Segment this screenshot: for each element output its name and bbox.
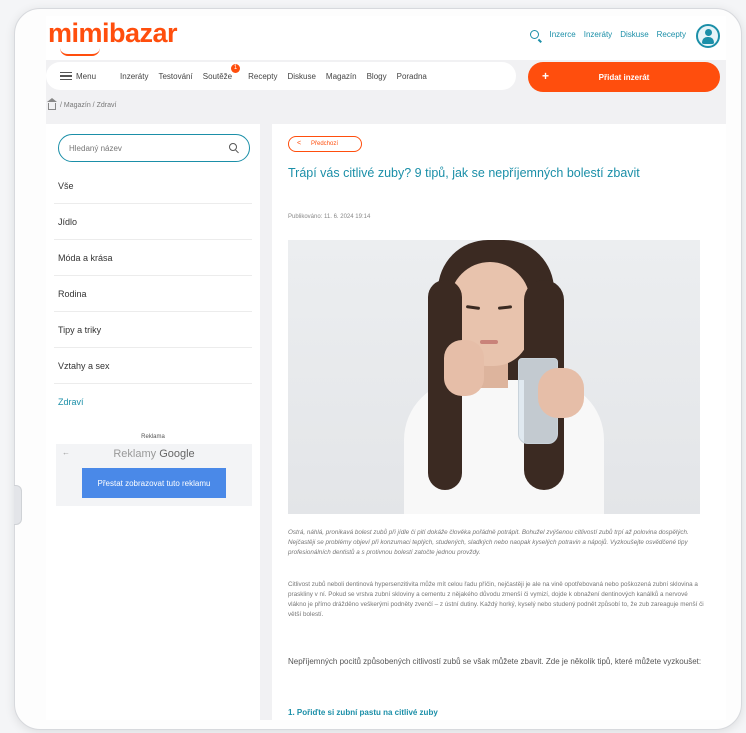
top-links: Inzerce Inzeráty Diskuse Recepty xyxy=(530,30,686,39)
category-item-rodina[interactable]: Rodina xyxy=(54,276,252,312)
top-link-recepty[interactable]: Recepty xyxy=(657,30,686,39)
top-link-inzerce[interactable]: Inzerce xyxy=(549,30,575,39)
plus-icon: + xyxy=(542,69,550,83)
nav-item-magazin[interactable]: Magazín xyxy=(326,72,357,81)
add-listing-label: Přidat inzerát xyxy=(598,72,650,82)
ad-brand-prefix: Reklamy xyxy=(113,448,157,460)
publish-date: Publikováno: 11. 6. 2024 19:14 xyxy=(288,214,371,220)
logo-smile-icon xyxy=(60,48,100,56)
category-item-vztahy[interactable]: Vztahy a sex xyxy=(54,348,252,384)
chevron-left-icon: < xyxy=(297,140,302,147)
top-link-diskuse[interactable]: Diskuse xyxy=(620,30,648,39)
category-item-jidlo[interactable]: Jídlo xyxy=(54,204,252,240)
article-title: Trápí vás citlivé zuby? 9 tipů, jak se n… xyxy=(288,166,640,180)
ad-label: Reklama xyxy=(141,434,165,440)
nav-item-recepty[interactable]: Recepty xyxy=(248,72,277,81)
previous-button[interactable]: < Předchozí xyxy=(288,136,362,152)
notification-badge: 1 xyxy=(231,63,241,73)
photo-mouth xyxy=(480,340,498,344)
breadcrumb-path[interactable]: / Magazín / Zdraví xyxy=(60,102,116,109)
photo-hand-cheek xyxy=(444,340,484,396)
breadcrumb: / Magazín / Zdraví xyxy=(47,98,116,110)
category-item-moda[interactable]: Móda a krása xyxy=(54,240,252,276)
nav-item-souteze[interactable]: Soutěže 1 xyxy=(202,63,241,81)
ad-brand-google: Google xyxy=(159,448,195,460)
browser-viewport: mimibazar Inzerce Inzeráty Diskuse Recep… xyxy=(46,16,726,720)
ad-box: ← Reklamy Google Přestat zobrazovat tuto… xyxy=(56,444,252,506)
user-avatar-icon[interactable] xyxy=(696,24,720,48)
category-list: Vše Jídlo Móda a krása Rodina Tipy a tri… xyxy=(46,168,260,420)
category-item-vse[interactable]: Vše xyxy=(54,168,252,204)
home-icon[interactable] xyxy=(47,98,57,110)
nav-item-inzeraty[interactable]: Inzeráty xyxy=(120,72,148,81)
previous-label: Předchozí xyxy=(311,141,339,147)
article-paragraph-tips: Nepříjemných pocitů způsobených citlivos… xyxy=(288,657,702,666)
photo-eye-left xyxy=(465,305,481,310)
search-icon[interactable] xyxy=(229,143,237,151)
search-icon[interactable] xyxy=(530,30,540,39)
nav-item-souteze-label: Soutěže xyxy=(202,71,233,81)
article: < Předchozí Trápí vás citlivé zuby? 9 ti… xyxy=(272,124,726,720)
article-paragraph: Citlivost zubů neboli dentinová hypersen… xyxy=(288,581,704,618)
nav-menu-label[interactable]: Menu xyxy=(76,72,96,81)
hamburger-icon[interactable] xyxy=(60,72,72,80)
nav-item-blogy[interactable]: Blogy xyxy=(367,72,387,81)
article-subheading: 1. Pořiďte si zubní pastu na citlivé zub… xyxy=(288,708,438,717)
nav-item-poradna[interactable]: Poradna xyxy=(397,72,427,81)
photo-eye-right xyxy=(497,305,513,310)
article-photo xyxy=(288,240,700,514)
tablet-side-button xyxy=(14,485,22,525)
category-sidebar: Hledaný název Vše Jídlo Móda a krása Rod… xyxy=(46,124,260,720)
article-intro: Ostrá, náhlá, pronikavá bolest zubů při … xyxy=(288,529,689,556)
add-listing-button[interactable]: + Přidat inzerát xyxy=(528,62,720,92)
category-item-tipy[interactable]: Tipy a triky xyxy=(54,312,252,348)
main-nav: Menu Inzeráty Testování Soutěže 1 Recepty… xyxy=(46,62,516,90)
site-logo[interactable]: mimibazar xyxy=(48,18,178,49)
stop-ad-button[interactable]: Přestat zobrazovat tuto reklamu xyxy=(82,468,226,498)
nav-item-diskuse[interactable]: Diskuse xyxy=(287,72,315,81)
photo-hand-glass xyxy=(538,368,584,418)
search-placeholder: Hledaný název xyxy=(69,143,122,153)
title-search-input[interactable]: Hledaný název xyxy=(58,134,250,162)
ad-brand: Reklamy Google xyxy=(56,448,252,460)
category-item-zdravi[interactable]: Zdraví xyxy=(54,384,252,420)
site-header: mimibazar Inzerce Inzeráty Diskuse Recep… xyxy=(46,16,726,60)
nav-item-testovani[interactable]: Testování xyxy=(158,72,192,81)
top-link-inzeraty[interactable]: Inzeráty xyxy=(584,30,612,39)
